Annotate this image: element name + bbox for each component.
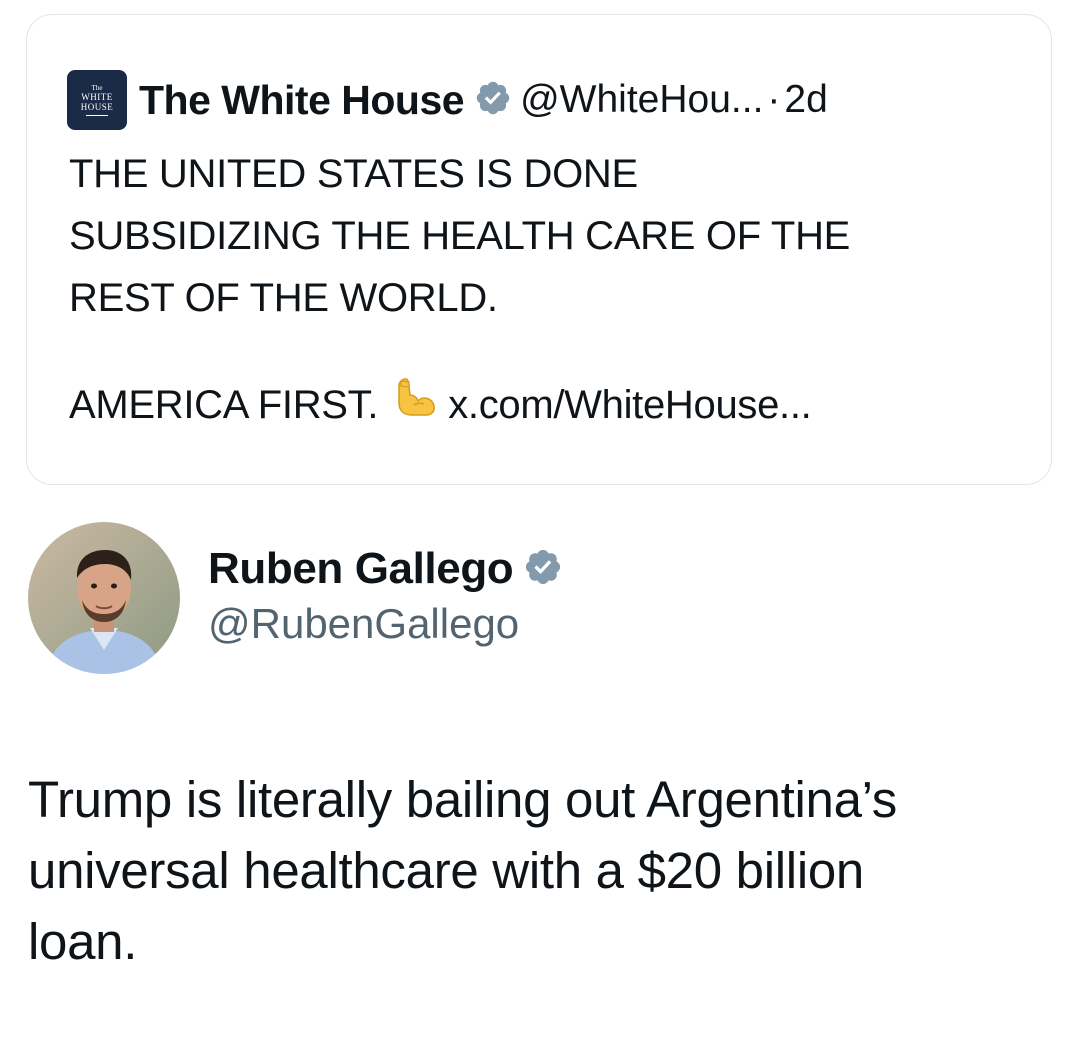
tweet-text-line: Trump is literally bailing out Argentina… — [28, 771, 897, 828]
logo-text-white: WHITE — [81, 91, 113, 102]
quoted-tweet-header: The WHITE HOUSE The White House @WhiteHo… — [67, 69, 828, 131]
separator-dot: · — [767, 78, 781, 121]
america-first-text: AMERICA FIRST. — [69, 383, 379, 427]
quoted-text-line: REST OF THE WORLD. — [69, 276, 498, 320]
white-house-avatar[interactable]: The WHITE HOUSE — [67, 70, 127, 130]
author-name[interactable]: Ruben Gallego — [208, 544, 514, 594]
author-meta: Ruben Gallego @RubenGallego — [208, 544, 571, 648]
logo-text-the: The — [91, 83, 103, 92]
verified-badge-icon — [523, 547, 563, 592]
quoted-link[interactable]: x.com/WhiteHouse... — [448, 374, 812, 436]
logo-rule — [86, 114, 108, 116]
quoted-tweet-text: THE UNITED STATES IS DONE SUBSIDIZING TH… — [69, 143, 1029, 437]
verified-badge-icon — [474, 79, 512, 122]
quoted-text-line: SUBSIDIZING THE HEALTH CARE OF THE — [69, 214, 851, 258]
author-handle[interactable]: @RubenGallego — [208, 600, 571, 648]
avatar[interactable] — [28, 522, 180, 674]
quoted-tweet-card[interactable]: The WHITE HOUSE The White House @WhiteHo… — [26, 14, 1052, 485]
quoted-tweet-time[interactable]: 2d — [784, 78, 827, 122]
tweet-text-line: universal healthcare with a $20 billion — [28, 842, 864, 899]
logo-text-house: HOUSE — [80, 101, 114, 112]
tweet-text-line: loan. — [28, 913, 138, 970]
quoted-author-name[interactable]: The White House — [139, 77, 465, 124]
tweet-author: Ruben Gallego @RubenGallego — [28, 522, 571, 674]
quoted-text-line: THE UNITED STATES IS DONE — [69, 152, 638, 196]
quoted-author-handle[interactable]: @WhiteHou... — [520, 78, 763, 122]
tweet-text: Trump is literally bailing out Argentina… — [28, 764, 1058, 977]
author-name-row: Ruben Gallego — [208, 544, 571, 594]
quoted-text-last-line: AMERICA FIRST. x.com/WhiteHouse... — [69, 373, 1029, 437]
flexed-biceps-icon — [392, 373, 438, 437]
